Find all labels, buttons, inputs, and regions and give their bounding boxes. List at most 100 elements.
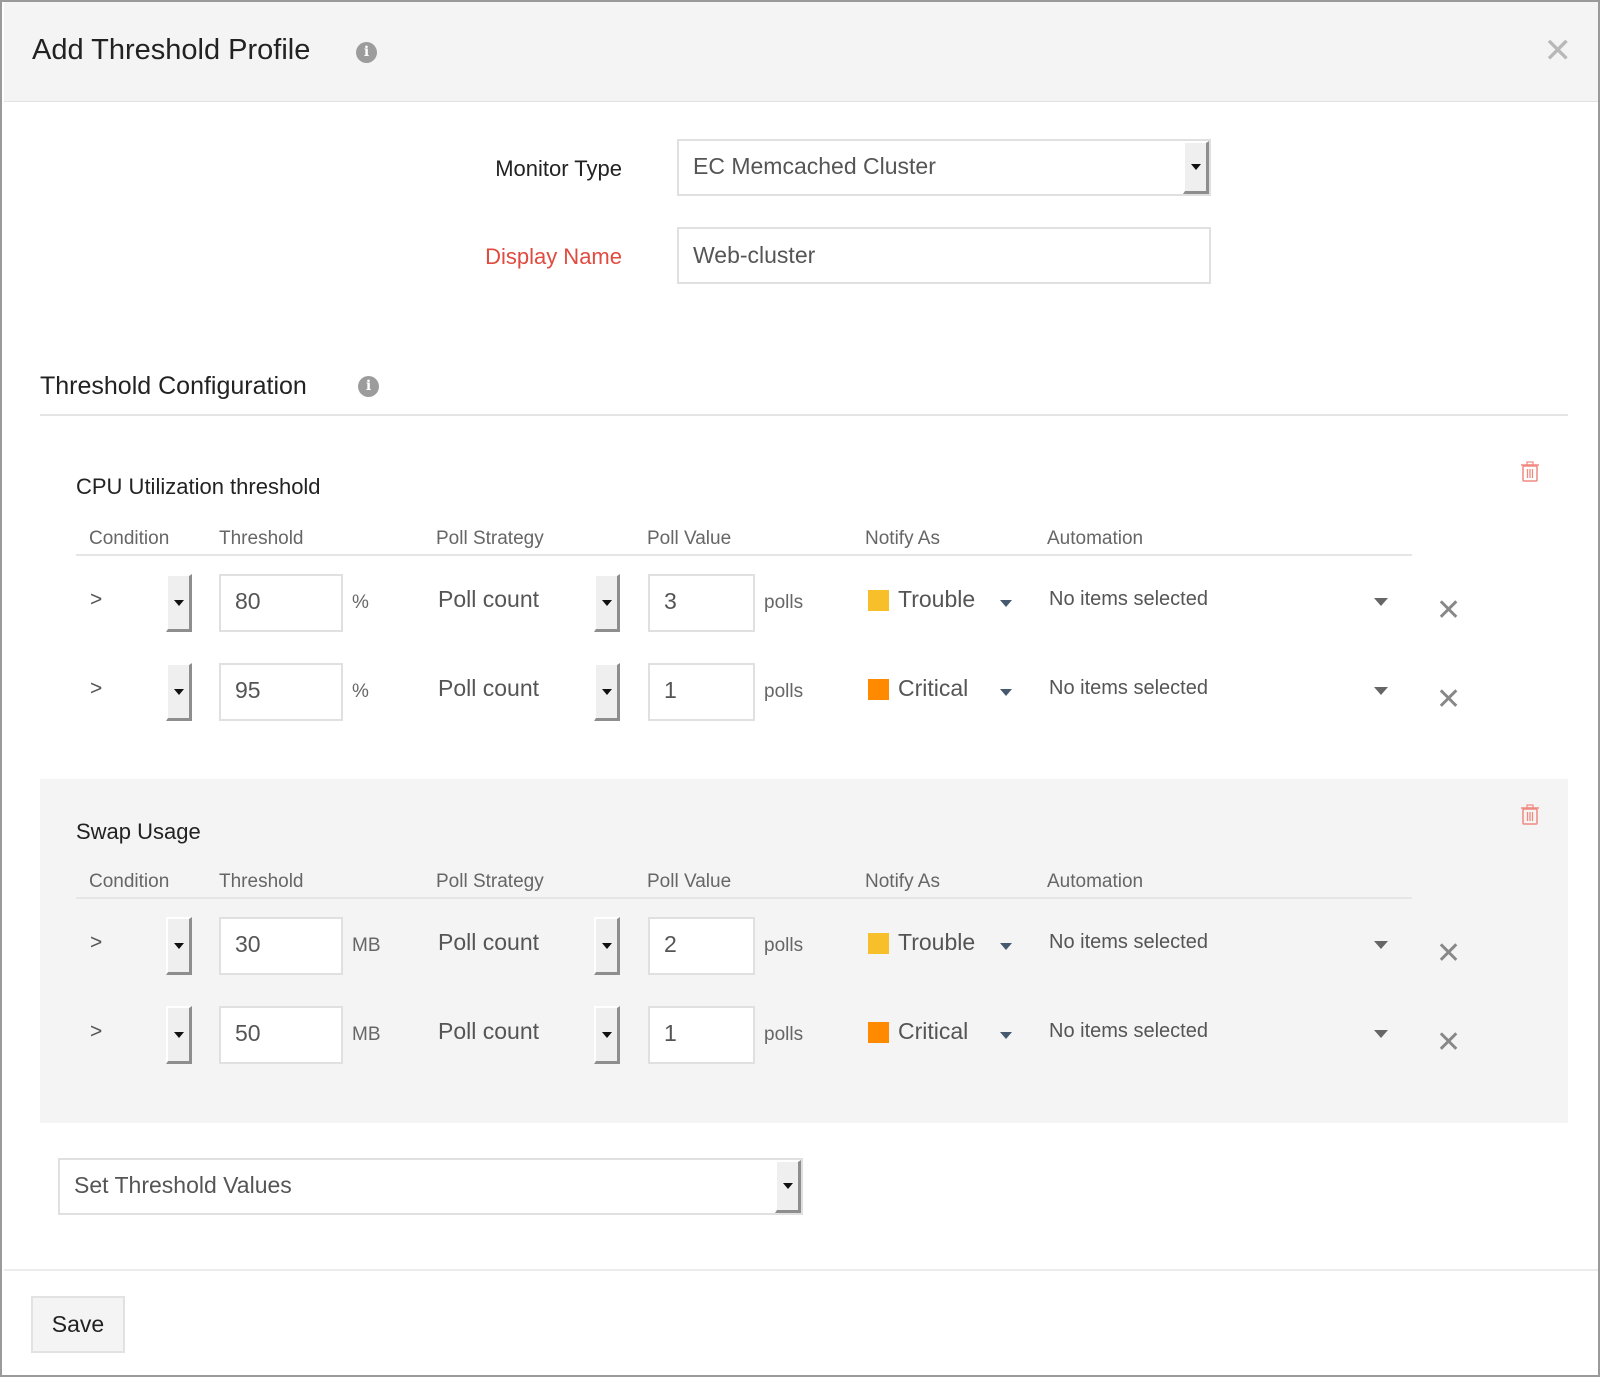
threshold-unit: MB <box>352 1024 381 1045</box>
poll-value: 3 <box>664 588 677 614</box>
chevron-down-icon[interactable] <box>1374 941 1388 949</box>
automation-select[interactable]: No items selected <box>1049 588 1208 611</box>
threshold-value: 50 <box>235 1020 261 1046</box>
condition-value: > <box>90 677 103 700</box>
poll-value-input[interactable]: 3 <box>648 574 755 632</box>
threshold-value: 80 <box>235 588 261 614</box>
header-divider <box>76 554 1412 556</box>
severity-swatch <box>868 1022 889 1043</box>
notify-as-value[interactable]: Trouble <box>898 929 975 956</box>
notify-as-value[interactable]: Critical <box>898 675 968 702</box>
chevron-down-icon[interactable] <box>1374 598 1388 606</box>
chevron-down-icon[interactable] <box>1000 689 1012 696</box>
column-header-poll-strategy: Poll Strategy <box>436 871 544 892</box>
poll-value: 1 <box>664 1020 677 1046</box>
automation-select[interactable]: No items selected <box>1049 1020 1208 1043</box>
dialog-title: Add Threshold Profile <box>32 34 311 66</box>
poll-strategy-value: Poll count <box>438 1018 540 1044</box>
condition-value: > <box>90 588 103 611</box>
threshold-row: > 50 MB Poll count 1 polls Critical No i… <box>40 1006 1568 1064</box>
condition-dropdown[interactable] <box>166 663 192 721</box>
severity-swatch <box>868 933 889 954</box>
column-header-automation: Automation <box>1047 871 1144 892</box>
chevron-down-icon[interactable] <box>1183 141 1209 194</box>
column-header-threshold: Threshold <box>219 528 304 549</box>
poll-unit: polls <box>764 935 804 956</box>
close-icon[interactable]: ✕ <box>1544 34 1573 68</box>
poll-strategy-dropdown[interactable] <box>594 917 620 975</box>
column-header-notify-as: Notify As <box>865 528 940 549</box>
remove-row-icon[interactable]: ✕ <box>1436 1028 1461 1058</box>
chevron-down-icon[interactable] <box>775 1160 801 1213</box>
threshold-input[interactable]: 80 <box>219 574 343 632</box>
poll-unit: polls <box>764 1024 804 1045</box>
condition-dropdown[interactable] <box>166 1006 192 1064</box>
chevron-down-icon[interactable] <box>1000 600 1012 607</box>
chevron-down-icon[interactable] <box>1000 943 1012 950</box>
threshold-unit: % <box>352 592 369 613</box>
column-header-poll-strategy: Poll Strategy <box>436 528 544 549</box>
severity-swatch <box>868 590 889 611</box>
display-name-input[interactable]: Web-cluster <box>677 227 1211 284</box>
save-button[interactable]: Save <box>31 1296 125 1353</box>
poll-value-input[interactable]: 1 <box>648 1006 755 1064</box>
info-icon[interactable]: i <box>356 42 377 63</box>
info-icon[interactable]: i <box>358 376 379 397</box>
poll-strategy-value: Poll count <box>438 675 540 701</box>
poll-strategy-dropdown[interactable] <box>594 574 620 632</box>
column-header-notify-as: Notify As <box>865 871 940 892</box>
poll-unit: polls <box>764 681 804 702</box>
display-name-label: Display Name <box>485 244 622 269</box>
set-threshold-values-label: Set Threshold Values <box>74 1172 292 1198</box>
chevron-down-icon[interactable] <box>1374 1030 1388 1038</box>
add-threshold-profile-dialog: Add Threshold Profile i ✕ Monitor Type E… <box>0 0 1600 1377</box>
threshold-row: > 95 % Poll count 1 polls Critical No it… <box>40 663 1568 721</box>
column-header-poll-value: Poll Value <box>647 528 732 549</box>
threshold-group-swap: Swap Usage Condition Threshold Poll Stra… <box>40 779 1568 1123</box>
severity-swatch <box>868 679 889 700</box>
group-title: CPU Utilization threshold <box>76 474 321 499</box>
condition-dropdown[interactable] <box>166 917 192 975</box>
monitor-type-value: EC Memcached Cluster <box>693 153 936 179</box>
threshold-input[interactable]: 30 <box>219 917 343 975</box>
trash-icon[interactable] <box>1520 460 1540 482</box>
threshold-configuration-title: Threshold Configuration <box>40 372 307 400</box>
threshold-row: > 80 % Poll count 3 polls Trouble No ite… <box>40 574 1568 632</box>
poll-strategy-dropdown[interactable] <box>594 1006 620 1064</box>
footer-divider <box>4 1269 1598 1271</box>
column-header-automation: Automation <box>1047 528 1144 549</box>
notify-as-value[interactable]: Trouble <box>898 586 975 613</box>
poll-value-input[interactable]: 1 <box>648 663 755 721</box>
chevron-down-icon[interactable] <box>1374 687 1388 695</box>
poll-strategy-value: Poll count <box>438 586 540 612</box>
section-divider <box>40 414 1568 416</box>
monitor-type-select[interactable]: EC Memcached Cluster <box>677 139 1211 196</box>
display-name-value: Web-cluster <box>693 242 816 268</box>
set-threshold-values-select[interactable]: Set Threshold Values <box>58 1158 803 1215</box>
poll-value: 1 <box>664 677 677 703</box>
remove-row-icon[interactable]: ✕ <box>1436 596 1461 626</box>
poll-value: 2 <box>664 931 677 957</box>
threshold-unit: MB <box>352 935 381 956</box>
dialog-header: Add Threshold Profile i ✕ <box>4 2 1598 102</box>
trash-icon[interactable] <box>1520 803 1540 825</box>
column-header-poll-value: Poll Value <box>647 871 732 892</box>
threshold-row: > 30 MB Poll count 2 polls Trouble No it… <box>40 917 1568 975</box>
monitor-type-label: Monitor Type <box>495 156 622 181</box>
column-header-condition: Condition <box>89 871 170 892</box>
notify-as-value[interactable]: Critical <box>898 1018 968 1045</box>
chevron-down-icon[interactable] <box>1000 1032 1012 1039</box>
threshold-input[interactable]: 95 <box>219 663 343 721</box>
remove-row-icon[interactable]: ✕ <box>1436 939 1461 969</box>
condition-dropdown[interactable] <box>166 574 192 632</box>
condition-value: > <box>90 931 103 954</box>
threshold-input[interactable]: 50 <box>219 1006 343 1064</box>
poll-value-input[interactable]: 2 <box>648 917 755 975</box>
automation-select[interactable]: No items selected <box>1049 677 1208 700</box>
header-divider <box>76 897 1412 899</box>
poll-strategy-dropdown[interactable] <box>594 663 620 721</box>
condition-value: > <box>90 1020 103 1043</box>
remove-row-icon[interactable]: ✕ <box>1436 685 1461 715</box>
group-title: Swap Usage <box>76 819 201 844</box>
automation-select[interactable]: No items selected <box>1049 931 1208 954</box>
